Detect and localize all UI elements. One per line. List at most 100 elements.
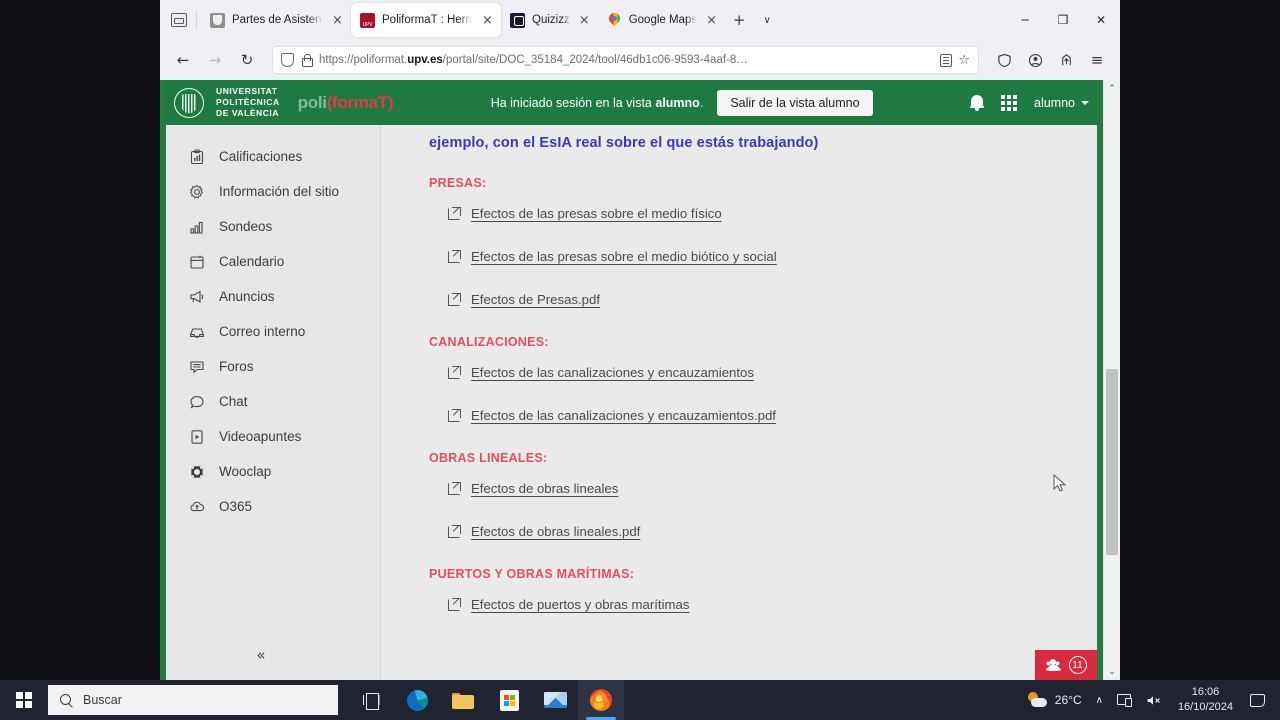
- brand-block[interactable]: UNIVERSITAT POLITÈCNICA DE VALÈNCIA poli…: [174, 86, 394, 119]
- poliformat-icon: [360, 12, 375, 28]
- browser-tab-poliformat[interactable]: PoliformaT : Herramien ×: [351, 3, 501, 37]
- new-tab-button[interactable]: +: [725, 6, 753, 34]
- taskbar-app-edge[interactable]: [394, 680, 440, 720]
- url-bar[interactable]: https://poliformat.upv.es/portal/site/DO…: [272, 46, 979, 74]
- resource-link-row[interactable]: Efectos de puertos y obras marítimas: [448, 597, 1057, 612]
- system-tray: 26°C ∧ 16:06 16/10/2024: [1020, 680, 1280, 720]
- sidebar-item-o365[interactable]: O365: [166, 489, 380, 524]
- resource-link-row[interactable]: Efectos de las presas sobre el medio fís…: [448, 206, 1057, 221]
- scrollbar-track[interactable]: [1104, 97, 1120, 663]
- resource-link-row[interactable]: Efectos de obras lineales: [448, 481, 1057, 496]
- sidebar-item-correo-interno[interactable]: Correo interno: [166, 314, 380, 349]
- sidebar-item-label: Foros: [219, 359, 254, 374]
- start-button[interactable]: [0, 680, 48, 720]
- collapse-sidebar-icon[interactable]: «: [256, 646, 265, 664]
- scrollbar-thumb[interactable]: [1106, 368, 1118, 556]
- tab-close-icon[interactable]: ×: [480, 14, 495, 27]
- taskbar-app-icons: [348, 680, 624, 720]
- weather-widget[interactable]: 26°C: [1020, 680, 1089, 720]
- sidebar-item-chat[interactable]: Chat: [166, 384, 380, 419]
- logo-poli: poli: [297, 92, 327, 112]
- resource-link-row[interactable]: Efectos de obras lineales.pdf: [448, 524, 1057, 539]
- resource-link-row[interactable]: Efectos de Presas.pdf: [448, 292, 1057, 307]
- bookmark-star-icon[interactable]: ☆: [958, 54, 970, 67]
- resource-link[interactable]: Efectos de las presas sobre el medio fís…: [471, 206, 722, 221]
- user-menu[interactable]: alumno: [1034, 96, 1089, 110]
- resource-link-row[interactable]: Efectos de las canalizaciones y encauzam…: [448, 408, 1057, 423]
- shield-icon[interactable]: [281, 53, 294, 67]
- apps-grid-icon[interactable]: [1001, 94, 1017, 111]
- sidebar-item-videoapuntes[interactable]: Videoapuntes: [166, 419, 380, 454]
- account-icon[interactable]: [1020, 45, 1050, 75]
- volume-button[interactable]: [1139, 680, 1170, 720]
- chat-presence-widget[interactable]: 11: [1035, 650, 1097, 680]
- chevron-down-icon[interactable]: ∨: [753, 6, 781, 34]
- taskbar-search-box[interactable]: Buscar: [48, 685, 338, 715]
- resource-link[interactable]: Efectos de obras lineales.pdf: [471, 524, 640, 539]
- taskbar-app-mail[interactable]: [532, 680, 578, 720]
- sidebar-item-anuncios[interactable]: Anuncios: [166, 279, 380, 314]
- back-icon[interactable]: ←: [168, 45, 198, 75]
- sidebar-item-label: Información del sitio: [219, 184, 340, 199]
- resource-link[interactable]: Efectos de las presas sobre el medio bió…: [471, 249, 777, 264]
- app-menu-icon[interactable]: ≡: [1082, 45, 1112, 75]
- sidebar-item-sondeos[interactable]: Sondeos: [166, 209, 380, 244]
- shield-toolbar-icon[interactable]: [989, 45, 1019, 75]
- notification-center-button[interactable]: [1241, 680, 1272, 720]
- desktop-background: Partes de Asistencia - E × PoliformaT : …: [0, 0, 1280, 720]
- reload-icon[interactable]: ↻: [232, 45, 262, 75]
- university-wordmark: UNIVERSITAT POLITÈCNICA DE VALÈNCIA: [216, 86, 280, 119]
- tool-content-area: ejemplo, con el EsIA real sobre el que e…: [381, 125, 1097, 680]
- tab-close-icon[interactable]: ×: [577, 14, 592, 27]
- search-icon: [60, 693, 73, 707]
- sidebar-item-calificaciones[interactable]: Calificaciones: [166, 139, 380, 174]
- sidebar-item-label: Calificaciones: [219, 149, 303, 164]
- poliformat-logo[interactable]: poli (formaT): [298, 93, 394, 113]
- taskbar-clock[interactable]: 16:06 16/10/2024: [1170, 680, 1241, 720]
- resource-link-row[interactable]: Efectos de las canalizaciones y encauzam…: [448, 365, 1057, 380]
- browser-tab-google-maps[interactable]: Google Maps ×: [598, 4, 725, 36]
- external-link-icon: [448, 481, 461, 495]
- sidebar-item-informacion-del-sitio[interactable]: Información del sitio: [166, 174, 380, 209]
- microsoft-edge-icon: [406, 689, 428, 711]
- browser-tab-quizizz[interactable]: Quizizz ×: [501, 4, 598, 36]
- taskbar-app-store[interactable]: [486, 680, 532, 720]
- page-scrollbar[interactable]: ⌃ ⌄: [1103, 80, 1120, 680]
- task-view-button[interactable]: [348, 680, 394, 720]
- weather-temperature: 26°C: [1054, 693, 1082, 707]
- resource-link-row[interactable]: Efectos de las presas sobre el medio bió…: [448, 249, 1057, 264]
- tab-close-icon[interactable]: ×: [704, 14, 719, 27]
- maximize-button[interactable]: ❐: [1044, 0, 1082, 40]
- resource-link[interactable]: Efectos de puertos y obras marítimas: [471, 597, 689, 612]
- minimize-button[interactable]: ─: [1006, 0, 1044, 40]
- section-canalizaciones: CANALIZACIONES: Efectos de las canalizac…: [429, 335, 1057, 423]
- exit-student-view-button[interactable]: Salir de la vista alumno: [717, 89, 873, 116]
- tab-title: Partes de Asistencia - E: [232, 14, 323, 26]
- notifications-bell-icon[interactable]: [970, 94, 984, 111]
- reader-view-icon[interactable]: [940, 53, 953, 67]
- network-status-button[interactable]: [1110, 680, 1139, 720]
- lock-icon[interactable]: [301, 53, 313, 67]
- sidebar-item-calendario[interactable]: Calendario: [166, 244, 380, 279]
- taskbar-app-firefox[interactable]: [578, 680, 624, 720]
- tab-close-icon[interactable]: ×: [330, 14, 345, 27]
- forward-icon[interactable]: →: [200, 45, 230, 75]
- poliformat-header: UNIVERSITAT POLITÈCNICA DE VALÈNCIA poli…: [166, 80, 1097, 125]
- url-bar-actions: ☆: [940, 53, 970, 67]
- browser-tab-partes-asistencia[interactable]: Partes de Asistencia - E ×: [201, 4, 351, 36]
- sidebar-item-label: Anuncios: [219, 289, 275, 304]
- scroll-down-icon[interactable]: ⌄: [1104, 663, 1121, 680]
- intro-paragraph: ejemplo, con el EsIA real sobre el que e…: [429, 135, 819, 151]
- scroll-up-icon[interactable]: ⌃: [1104, 80, 1121, 97]
- show-hidden-icons-button[interactable]: ∧: [1089, 680, 1110, 720]
- resource-link[interactable]: Efectos de las canalizaciones y encauzam…: [471, 408, 776, 423]
- extensions-icon[interactable]: [1051, 45, 1081, 75]
- sidebar-item-wooclap[interactable]: Wooclap: [166, 454, 380, 489]
- resource-link[interactable]: Efectos de las canalizaciones y encauzam…: [471, 365, 754, 380]
- firefox-view-icon[interactable]: [164, 6, 194, 34]
- sidebar-item-foros[interactable]: Foros: [166, 349, 380, 384]
- taskbar-app-file-explorer[interactable]: [440, 680, 486, 720]
- close-window-button[interactable]: ✕: [1082, 0, 1120, 40]
- resource-link[interactable]: Efectos de Presas.pdf: [471, 292, 600, 307]
- resource-link[interactable]: Efectos de obras lineales: [471, 481, 618, 496]
